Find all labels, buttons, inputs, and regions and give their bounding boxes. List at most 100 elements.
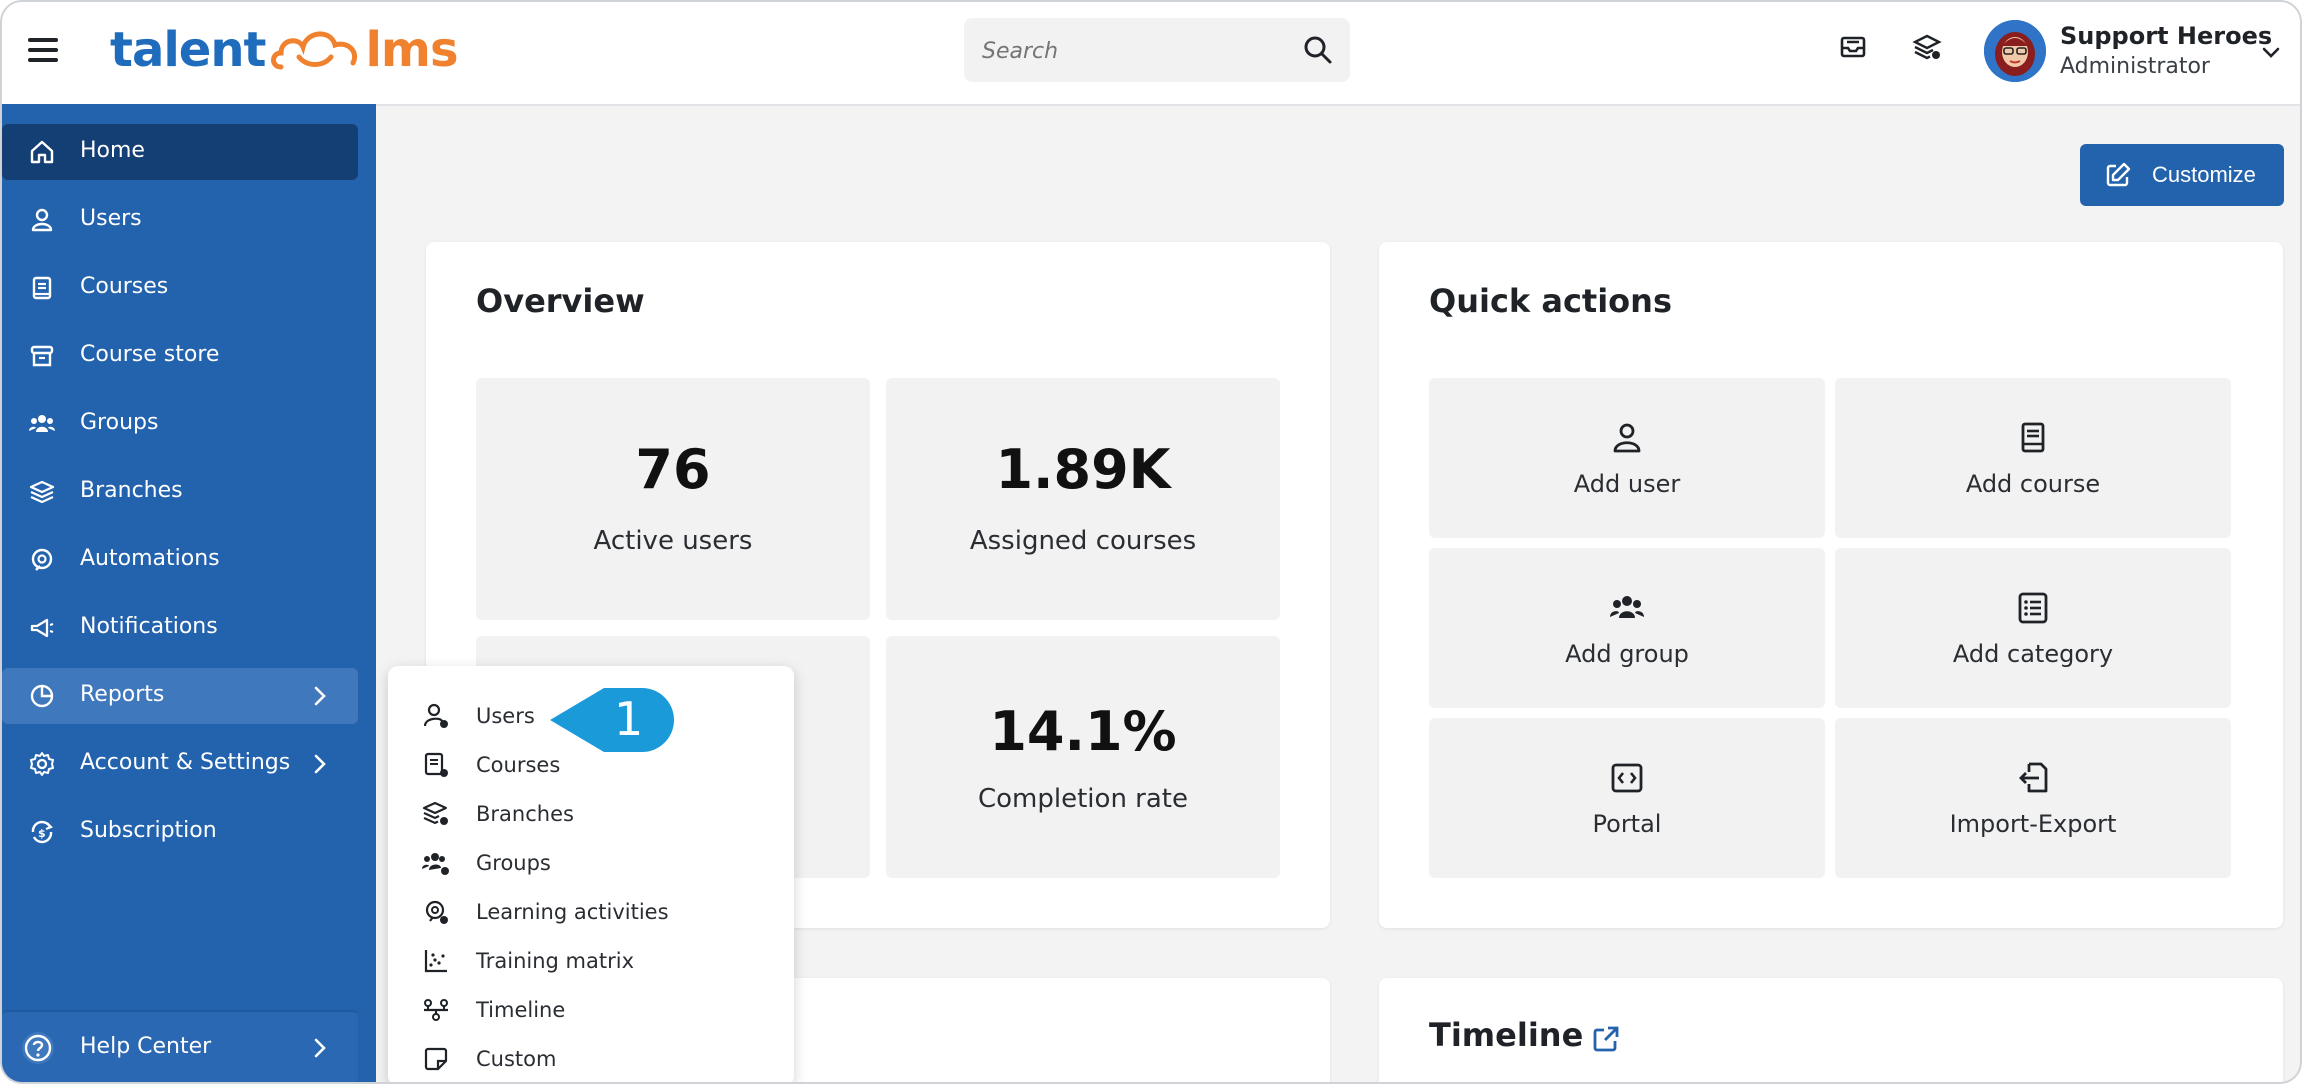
sidebar-item-subscription[interactable]: $ Subscription [2,804,358,860]
chevron-right-icon [314,686,326,706]
reports-menu-item-groups[interactable]: Groups [422,843,782,883]
customize-label: Customize [2152,162,2256,187]
reports-menu-label: Training matrix [476,949,634,973]
sidebar-item-label: Course store [80,342,220,367]
avatar-portrait-icon [1984,20,2046,82]
reports-menu-item-branches[interactable]: Branches [422,794,782,834]
reports-menu-item-timeline[interactable]: Timeline [422,990,782,1030]
stat-label: Active users [593,526,753,556]
group-icon [29,415,55,432]
sidebar-item-groups[interactable]: Groups [2,396,358,452]
quick-action-label: Add category [1952,640,2114,668]
group-report-icon [422,853,449,875]
megaphone-icon [30,618,54,638]
sidebar-item-account-settings[interactable]: Account & Settings [2,736,358,792]
top-header: talent lms Search Support Heroes Adminis… [2,2,2300,106]
search-input[interactable] [980,18,1284,84]
quick-action-label: Add group [1565,640,1689,668]
sidebar-item-label: Reports [80,682,165,707]
step-callout: 1 [542,682,682,758]
reports-menu-label: Learning activities [476,900,669,924]
sidebar-item-label: Notifications [80,614,218,639]
code-icon [1611,763,1643,793]
sidebar-item-reports[interactable]: Reports [2,668,358,724]
sidebar-item-label: Home [80,138,145,163]
stat-value: 1.89K [995,438,1171,501]
overview-title: Overview [476,282,645,320]
user-role: Administrator [2060,54,2210,79]
external-link-icon[interactable] [1591,1024,1621,1054]
chevron-right-icon [314,754,326,774]
stat-label: Assigned courses [969,526,1197,556]
timeline-card: Timeline [1379,978,2283,1082]
book-icon [2021,422,2045,453]
sidebar-item-label: Branches [80,478,183,503]
timeline-title: Timeline [1429,1016,1584,1054]
user-profile-menu[interactable]: Support Heroes Administrator [1970,10,2290,94]
sidebar-item-label: Users [80,206,142,231]
sidebar-item-automations[interactable]: Automations [2,532,358,588]
reports-menu-item-training-matrix[interactable]: Training matrix [422,941,782,981]
search-bar[interactable] [964,18,1350,84]
step-number: 1 [614,692,644,746]
sidebar-item-branches[interactable]: Branches [2,464,358,520]
sidebar-item-users[interactable]: Users [2,192,358,248]
sidebar: Home Users Courses Course store Groups B… [2,104,376,1082]
callout-bubble-icon [550,688,674,752]
chevron-down-icon[interactable] [2260,42,2282,64]
add-course-button[interactable]: Add course [1835,378,2231,538]
search-icon[interactable] [1302,34,1334,66]
add-group-button[interactable]: Add group [1429,548,1825,708]
logo-text-lms: lms [365,22,458,78]
question-circle-icon [24,1034,52,1062]
home-icon [30,140,54,164]
edit-icon [2106,162,2131,187]
avatar [1984,20,2046,82]
talentlms-logo[interactable]: talent lms [110,20,459,80]
help-center-label: Help Center [80,1034,212,1059]
reports-menu-item-custom[interactable]: Custom [422,1039,782,1079]
sidebar-item-course-store[interactable]: Course store [2,328,358,384]
sidebar-item-courses[interactable]: Courses [2,260,358,316]
import-export-button[interactable]: Import-Export [1835,718,2231,878]
user-icon [31,208,53,232]
inbox-icon[interactable] [1838,32,1868,62]
user-name: Support Heroes [2060,22,2273,50]
svg-text:$: $ [38,827,46,840]
list-icon [2018,592,2048,624]
stat-value: 14.1% [989,700,1177,763]
stat-tile-assigned-courses[interactable]: 1.89K Assigned courses [886,378,1280,620]
sidebar-item-label: Groups [80,410,159,435]
stat-tile-active-users[interactable]: 76 Active users [476,378,870,620]
chevron-right-icon [314,1038,326,1058]
reports-menu-item-learning-activities[interactable]: Learning activities [422,892,782,932]
customize-button[interactable]: Customize [2080,144,2284,206]
reports-menu-label: Branches [476,802,574,826]
timeline-icon [424,999,448,1021]
sidebar-item-home[interactable]: Home [2,124,358,180]
group-icon [1610,596,1644,618]
course-report-icon [424,752,448,777]
pie-chart-icon [30,684,54,708]
learning-activities-icon [425,900,448,924]
sidebar-item-notifications[interactable]: Notifications [2,600,358,656]
subscription-icon: $ [31,820,53,844]
app-window: talent lms Search Support Heroes Adminis… [0,0,2302,1084]
automation-icon [31,548,53,571]
add-category-button[interactable]: Add category [1835,548,2231,708]
import-export-icon [2019,762,2048,793]
sidebar-item-label: Courses [80,274,169,299]
cloud-smile-icon [271,31,358,70]
help-center-button[interactable]: Help Center [2,1010,358,1082]
gear-icon [30,752,54,776]
branches-switch-icon[interactable] [1912,32,1942,62]
reports-menu-label: Custom [476,1047,557,1071]
stat-tile-completion-rate[interactable]: 14.1% Completion rate [886,636,1280,878]
user-report-icon [423,703,448,728]
sidebar-item-label: Subscription [80,818,217,843]
add-user-button[interactable]: Add user [1429,378,1825,538]
portal-button[interactable]: Portal [1429,718,1825,878]
stat-label: Completion rate [978,784,1188,814]
quick-action-label: Add user [1573,470,1681,498]
menu-toggle-icon[interactable] [28,38,58,62]
